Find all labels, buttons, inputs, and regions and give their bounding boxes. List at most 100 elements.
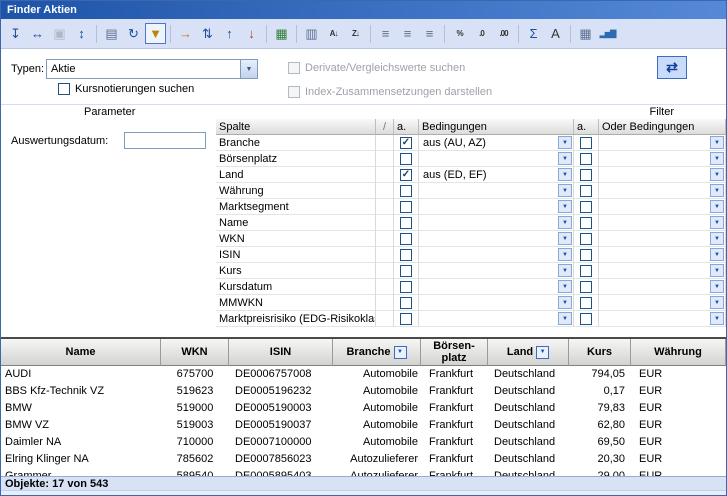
branche-filter-button[interactable]: ▼	[394, 346, 407, 359]
search-execute-button[interactable]: ⇄	[657, 56, 687, 79]
align-right-icon[interactable]: ≡	[419, 23, 440, 44]
kursnotierungen-checkbox[interactable]	[58, 83, 70, 95]
or-condition-dropdown-button[interactable]: ▼	[710, 296, 724, 309]
condition-dropdown-button[interactable]: ▼	[558, 136, 572, 149]
kursnotierungen-checkbox-row[interactable]: Kursnotierungen suchen	[58, 83, 194, 95]
condition-dropdown-button[interactable]: ▼	[558, 232, 572, 245]
refresh-icon[interactable]: ↻	[123, 23, 144, 44]
align-left-icon[interactable]: ≡	[375, 23, 396, 44]
or-condition-active-checkbox[interactable]	[580, 281, 592, 293]
pivot-table-icon[interactable]: ▦	[271, 23, 292, 44]
criteria-header-oder[interactable]: Oder Bedingungen	[599, 119, 726, 135]
condition-active-checkbox[interactable]	[400, 185, 412, 197]
column-header-land[interactable]: Land▼	[488, 339, 569, 366]
column-header-branche[interactable]: Branche▼	[333, 339, 421, 366]
condition-active-checkbox[interactable]	[400, 153, 412, 165]
typen-select[interactable]: Aktie ▼	[46, 59, 258, 79]
condition-dropdown-button[interactable]: ▼	[558, 248, 572, 261]
or-condition-active-checkbox[interactable]	[580, 153, 592, 165]
condition-active-checkbox[interactable]	[400, 297, 412, 309]
insert-row-icon[interactable]: →	[175, 23, 196, 44]
or-condition-active-checkbox[interactable]	[580, 169, 592, 181]
column-layout-icon[interactable]: ▤	[101, 23, 122, 44]
column-header-name[interactable]: Name	[1, 339, 161, 366]
condition-active-checkbox[interactable]	[400, 265, 412, 277]
condition-dropdown-button[interactable]: ▼	[558, 216, 572, 229]
or-condition-dropdown-button[interactable]: ▼	[710, 216, 724, 229]
condition-dropdown-button[interactable]: ▼	[558, 296, 572, 309]
condition-active-checkbox[interactable]	[400, 313, 412, 325]
or-condition-active-checkbox[interactable]	[580, 201, 592, 213]
fit-height-icon[interactable]: ↕	[71, 23, 92, 44]
horizontal-scrollbar[interactable]	[1, 490, 726, 496]
table-row[interactable]: BMW VZ519003DE0005190037AutomobileFrankf…	[1, 417, 726, 434]
table-row[interactable]: Grammer589540DE0005895403AutozuliefererF…	[1, 468, 726, 476]
or-condition-dropdown-button[interactable]: ▼	[710, 168, 724, 181]
sum-icon[interactable]: Σ	[523, 23, 544, 44]
condition-active-checkbox[interactable]	[400, 249, 412, 261]
condition-dropdown-button[interactable]: ▼	[558, 312, 572, 325]
condition-dropdown-button[interactable]: ▼	[558, 152, 572, 165]
or-condition-active-checkbox[interactable]	[580, 297, 592, 309]
or-condition-active-checkbox[interactable]	[580, 265, 592, 277]
or-condition-active-checkbox[interactable]	[580, 313, 592, 325]
condition-active-checkbox[interactable]	[400, 217, 412, 229]
or-condition-active-checkbox[interactable]	[580, 249, 592, 261]
condition-dropdown-button[interactable]: ▼	[558, 264, 572, 277]
column-header-isin[interactable]: ISIN	[229, 339, 333, 366]
or-condition-active-checkbox[interactable]	[580, 185, 592, 197]
chevron-down-icon[interactable]: ▼	[240, 60, 257, 78]
columns-icon[interactable]: ▥	[301, 23, 322, 44]
move-up-icon[interactable]: ↑	[219, 23, 240, 44]
import-layout-icon[interactable]: ↧	[5, 23, 26, 44]
font-icon[interactable]: A	[545, 23, 566, 44]
decimal-increase-icon[interactable]: .00	[493, 23, 514, 44]
align-center-icon[interactable]: ≡	[397, 23, 418, 44]
condition-dropdown-button[interactable]: ▼	[558, 280, 572, 293]
or-condition-active-checkbox[interactable]	[580, 233, 592, 245]
or-condition-dropdown-button[interactable]: ▼	[710, 232, 724, 245]
or-condition-dropdown-button[interactable]: ▼	[710, 136, 724, 149]
or-condition-dropdown-button[interactable]: ▼	[710, 280, 724, 293]
criteria-header-spalte[interactable]: Spalte	[216, 119, 376, 135]
table-row[interactable]: Elring Klinger NA785602DE0007856023Autoz…	[1, 451, 726, 468]
percent-icon[interactable]: %	[449, 23, 470, 44]
condition-dropdown-button[interactable]: ▼	[558, 200, 572, 213]
land-filter-button[interactable]: ▼	[536, 346, 549, 359]
or-condition-dropdown-button[interactable]: ▼	[710, 312, 724, 325]
or-condition-active-checkbox[interactable]	[580, 137, 592, 149]
titlebar[interactable]: Finder Aktien	[1, 1, 726, 19]
fit-width-icon[interactable]: ↔	[27, 23, 48, 44]
swap-rows-icon[interactable]: ⇅	[197, 23, 218, 44]
condition-active-checkbox[interactable]	[400, 233, 412, 245]
column-header-kurs[interactable]: Kurs	[569, 339, 631, 366]
decimal-decrease-icon[interactable]: .0	[471, 23, 492, 44]
remove-row-icon[interactable]: ↓	[241, 23, 262, 44]
or-condition-dropdown-button[interactable]: ▼	[710, 248, 724, 261]
or-condition-dropdown-button[interactable]: ▼	[710, 152, 724, 165]
condition-dropdown-button[interactable]: ▼	[558, 168, 572, 181]
sort-ascending-icon[interactable]: A↓	[323, 23, 344, 44]
sort-descending-icon[interactable]: Z↓	[345, 23, 366, 44]
column-header-boersenplatz[interactable]: Börsen- platz	[421, 339, 488, 366]
or-condition-dropdown-button[interactable]: ▼	[710, 200, 724, 213]
condition-active-checkbox[interactable]	[400, 201, 412, 213]
table-icon[interactable]: ▦	[575, 23, 596, 44]
condition-active-checkbox[interactable]: ✓	[400, 169, 412, 181]
column-header-wkn[interactable]: WKN	[161, 339, 229, 366]
table-row[interactable]: BBS Kfz-Technik VZ519623DE0005196232Auto…	[1, 383, 726, 400]
or-condition-dropdown-button[interactable]: ▼	[710, 264, 724, 277]
or-condition-dropdown-button[interactable]: ▼	[710, 184, 724, 197]
condition-active-checkbox[interactable]: ✓	[400, 137, 412, 149]
condition-active-checkbox[interactable]	[400, 281, 412, 293]
table-row[interactable]: BMW519000DE0005190003AutomobileFrankfurt…	[1, 400, 726, 417]
auswertungsdatum-input[interactable]	[124, 132, 206, 149]
or-condition-active-checkbox[interactable]	[580, 217, 592, 229]
criteria-header-bedingungen[interactable]: Bedingungen	[419, 119, 574, 135]
condition-dropdown-button[interactable]: ▼	[558, 184, 572, 197]
filter-icon[interactable]: ▼	[145, 23, 166, 44]
chart-icon[interactable]: ▂▅▇	[597, 23, 618, 44]
table-row[interactable]: Daimler NA710000DE0007100000AutomobileFr…	[1, 434, 726, 451]
column-header-waehrung[interactable]: Währung	[631, 339, 726, 366]
table-row[interactable]: AUDI675700DE0006757008AutomobileFrankfur…	[1, 366, 726, 383]
